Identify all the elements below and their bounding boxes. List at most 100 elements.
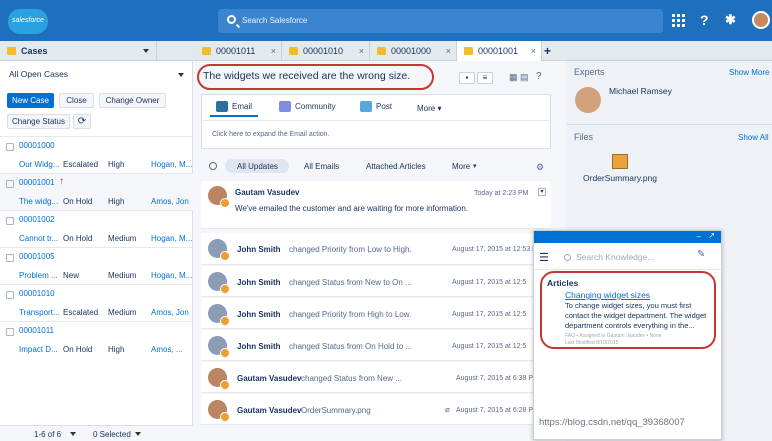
case-subject[interactable]: Problem ... xyxy=(19,271,58,280)
menu-icon[interactable]: ☰ xyxy=(539,251,549,264)
tab-record[interactable]: 00001010 × xyxy=(282,41,370,61)
avatar[interactable] xyxy=(208,272,230,294)
publisher-tab-post[interactable]: Post xyxy=(360,101,392,112)
refresh-icon[interactable]: ⟳ xyxy=(73,114,91,129)
filter-icon[interactable]: ⚙ xyxy=(536,162,544,173)
feed-author[interactable]: John Smith xyxy=(237,342,281,351)
new-case-button[interactable]: New Case xyxy=(7,93,54,108)
publisher-tab-community[interactable]: Community xyxy=(279,101,335,112)
expert-name[interactable]: Michael Ramsey xyxy=(609,86,672,96)
list-item[interactable]: 00001011 Impact D... On Hold High Amos, ... xyxy=(0,321,193,358)
feed-author[interactable]: John Smith xyxy=(237,278,281,287)
feed-date[interactable]: August 17, 2015 at 12:5 xyxy=(452,343,526,350)
chevron-down-icon[interactable] xyxy=(178,73,184,77)
list-view-selector[interactable]: All Open Cases xyxy=(9,69,68,79)
publisher-tab-more[interactable]: More ▾ xyxy=(417,104,441,113)
list-icon[interactable]: ≡ xyxy=(477,72,493,84)
publisher-tab-email[interactable]: Email xyxy=(216,101,252,112)
case-owner[interactable]: Amos, ... xyxy=(151,345,183,354)
case-number[interactable]: 00001000 xyxy=(19,141,55,150)
close-icon[interactable]: × xyxy=(271,41,276,61)
record-count[interactable]: 1-6 of 6 xyxy=(34,430,61,439)
close-icon[interactable]: × xyxy=(446,41,451,61)
feed-date[interactable]: Today at 2:23 PM xyxy=(474,190,528,197)
case-subject[interactable]: Our Widg... xyxy=(19,160,59,169)
edit-icon[interactable]: ✎ xyxy=(697,249,705,260)
chat-icon[interactable]: ▪ xyxy=(459,72,475,84)
search-icon[interactable] xyxy=(209,162,217,170)
add-tab-button[interactable]: + xyxy=(544,41,560,61)
tab-cases[interactable]: Cases xyxy=(0,41,157,61)
case-number[interactable]: 00001005 xyxy=(19,252,55,261)
gear-icon[interactable]: ✱ xyxy=(725,12,736,28)
case-owner[interactable]: Amos, Jon xyxy=(151,308,189,317)
chevron-down-icon[interactable] xyxy=(143,49,149,53)
files-show-all[interactable]: Show All xyxy=(738,133,769,142)
feed-author[interactable]: Gautam Vasudev xyxy=(237,374,301,383)
popout-icon[interactable]: ↗ xyxy=(708,231,715,240)
avatar[interactable] xyxy=(208,400,230,422)
list-item[interactable]: 00001005 Problem ... New Medium Hogan, M... xyxy=(0,247,193,284)
feed-text[interactable]: OrderSummary.png xyxy=(301,406,371,415)
avatar[interactable] xyxy=(208,239,230,261)
knowledge-search-input[interactable]: Search Knowledge... xyxy=(576,252,716,268)
chevron-down-icon[interactable]: ▾ xyxy=(538,188,546,196)
help-icon[interactable]: ? xyxy=(700,12,709,28)
row-checkbox[interactable] xyxy=(6,254,14,262)
case-owner[interactable]: Hogan, M... xyxy=(151,160,192,169)
article-link[interactable]: Changing widget sizes xyxy=(565,290,650,300)
minimize-icon[interactable]: – xyxy=(697,232,701,241)
chevron-down-icon[interactable]: ▾ xyxy=(473,162,477,170)
email-action-hint[interactable]: Click here to expand the Email action. xyxy=(212,131,330,138)
list-item[interactable]: 00001010 Transport... Escalated Medium Amos,… xyxy=(0,284,193,321)
tab-record-active[interactable]: 00001001 × xyxy=(457,41,542,61)
case-owner[interactable]: Amos, Jon xyxy=(151,197,189,206)
case-number[interactable]: 00001011 xyxy=(19,326,54,335)
experts-show-more[interactable]: Show More xyxy=(729,68,769,77)
chevron-down-icon[interactable] xyxy=(70,432,76,436)
tab-record[interactable]: 00001000 × xyxy=(370,41,457,61)
filter-all-updates[interactable]: All Updates xyxy=(237,162,278,171)
change-status-button[interactable]: Change Status xyxy=(7,114,70,129)
list-item[interactable]: 00001002 Cannot tr... On Hold Medium Hogan, … xyxy=(0,210,193,247)
feed-author[interactable]: John Smith xyxy=(237,245,281,254)
feed-date[interactable]: August 7, 2015 at 6:28 PM xyxy=(456,407,539,414)
selected-count[interactable]: 0 Selected xyxy=(93,430,131,439)
expert-avatar[interactable] xyxy=(575,87,601,113)
avatar[interactable] xyxy=(208,186,230,208)
case-owner[interactable]: Hogan, M... xyxy=(151,234,192,243)
global-search-input[interactable]: Search Salesforce xyxy=(218,9,663,33)
app-launcher-icon[interactable] xyxy=(672,14,685,27)
feed-author[interactable]: Gautam Vasudev xyxy=(237,406,301,415)
case-subject[interactable]: Transport... xyxy=(19,308,60,317)
feed-date[interactable]: August 17, 2015 at 12:53 PM xyxy=(452,246,543,253)
help-icon[interactable]: ? xyxy=(536,71,542,82)
filter-more[interactable]: More xyxy=(452,162,470,171)
list-item[interactable]: 00001000 Our Widg... Escalated High Hogan, M… xyxy=(0,136,193,173)
list-item[interactable]: 00001001 ↑ The widg... On Hold High Amos, Jon xyxy=(0,173,193,210)
user-avatar[interactable] xyxy=(752,11,770,29)
close-icon[interactable]: × xyxy=(531,41,536,61)
case-subject[interactable]: Cannot tr... xyxy=(19,234,58,243)
close-button[interactable]: Close xyxy=(59,93,94,108)
salesforce-logo[interactable]: salesforce xyxy=(8,9,48,34)
row-checkbox[interactable] xyxy=(6,291,14,299)
change-owner-button[interactable]: Change Owner xyxy=(99,93,166,108)
file-name[interactable]: OrderSummary.png xyxy=(583,173,657,183)
case-subject[interactable]: The widg... xyxy=(19,197,58,206)
case-subject[interactable]: Impact D... xyxy=(19,345,58,354)
feed-author[interactable]: Gautam Vasudev xyxy=(235,188,299,197)
row-checkbox[interactable] xyxy=(6,180,14,188)
print-icon[interactable]: ▦ ▤ xyxy=(509,72,529,83)
filter-all-emails[interactable]: All Emails xyxy=(304,162,339,171)
avatar[interactable] xyxy=(208,336,230,358)
tab-record[interactable]: 00001011 × xyxy=(195,41,282,61)
feed-author[interactable]: John Smith xyxy=(237,310,281,319)
close-icon[interactable]: × xyxy=(359,41,364,61)
case-number[interactable]: 00001002 xyxy=(19,215,55,224)
feed-date[interactable]: August 17, 2015 at 12:5 xyxy=(452,311,526,318)
case-number[interactable]: 00001010 xyxy=(19,289,55,298)
row-checkbox[interactable] xyxy=(6,143,14,151)
chevron-down-icon[interactable] xyxy=(135,432,141,436)
row-checkbox[interactable] xyxy=(6,328,14,336)
